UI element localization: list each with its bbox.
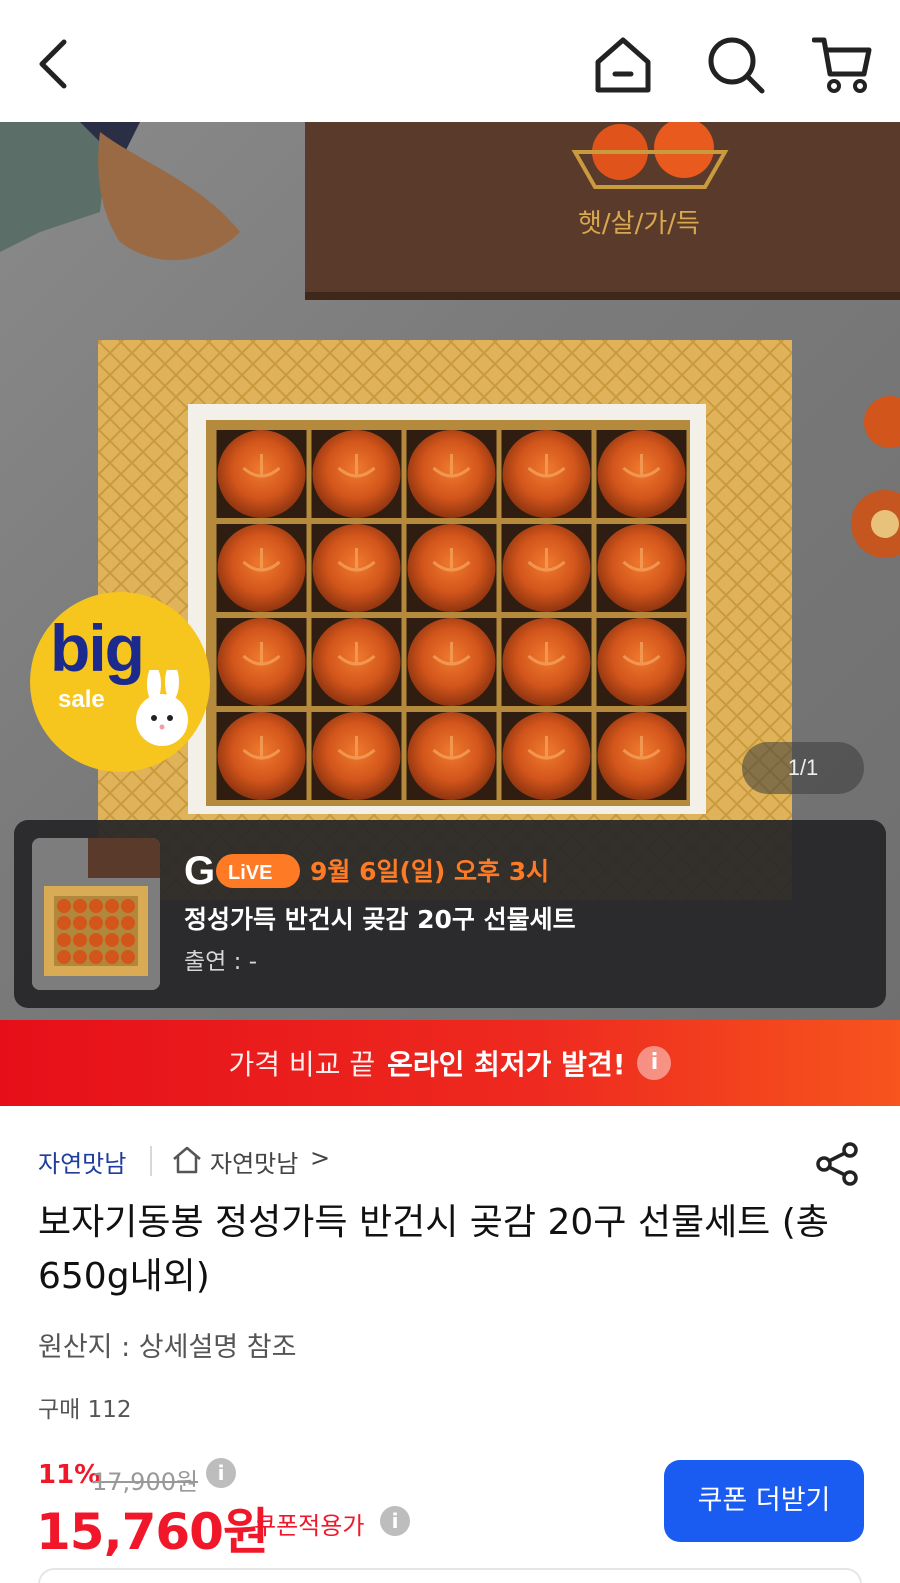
- home-icon[interactable]: [592, 34, 654, 96]
- box-print-text: 햇/살/가/득: [578, 209, 700, 239]
- price-banner-strong: 온라인 최저가 발견!: [387, 1048, 626, 1081]
- purchase-count: 구매 112: [38, 1397, 132, 1423]
- info-icon[interactable]: i: [380, 1506, 410, 1536]
- g-live-logo: G LiVE: [184, 849, 300, 892]
- top-bar: [0, 0, 900, 122]
- divider: [150, 1146, 152, 1176]
- lowest-price-banner[interactable]: 가격 비교 끝 온라인 최저가 발견! i: [0, 1020, 900, 1106]
- cart-icon[interactable]: [812, 34, 872, 96]
- coupon-applied-label: 쿠폰적용가: [254, 1512, 365, 1540]
- chevron-left-icon[interactable]: [30, 36, 80, 92]
- next-section-edge: [38, 1568, 862, 1583]
- live-date: 9월 6일(일) 오후 3시: [310, 857, 550, 886]
- live-broadcast-banner[interactable]: G LiVE 9월 6일(일) 오후 3시 정성가득 반건시 곶감 20구 선물…: [14, 820, 886, 1008]
- big-sale-sale-text: sale: [58, 686, 105, 713]
- discount-rate: 11%: [38, 1460, 101, 1490]
- g-live-logo-live: LiVE: [228, 862, 272, 884]
- product-title: 보자기동봉 정성가득 반건시 곶감 20구 선물세트 (총650g내외): [38, 1202, 829, 1297]
- info-icon[interactable]: i: [637, 1046, 672, 1080]
- info-icon[interactable]: i: [206, 1458, 236, 1488]
- live-cast: 출연 : -: [184, 949, 257, 975]
- live-title: 정성가득 반건시 곶감 20구 선물세트: [184, 905, 576, 934]
- big-sale-badge: big sale: [30, 592, 210, 772]
- share-icon[interactable]: [814, 1140, 862, 1188]
- price-banner-pre: 가격 비교 끝: [228, 1048, 376, 1081]
- origin-text: 원산지 : 상세설명 참조: [38, 1332, 297, 1363]
- shop-home-icon: [173, 1146, 201, 1174]
- more-coupons-button[interactable]: 쿠폰 더받기: [664, 1460, 864, 1542]
- seller-row: 자연맛남 자연맛남 >: [38, 1140, 868, 1180]
- image-counter: 1/1: [742, 742, 864, 794]
- rabbit-icon: [136, 670, 188, 746]
- brand-link[interactable]: 자연맛남: [38, 1144, 126, 1179]
- final-price: 15,760원: [36, 1503, 269, 1561]
- shop-name: 자연맛남: [210, 1150, 299, 1178]
- live-thumbnail: [32, 838, 160, 990]
- chevron-right-icon: >: [310, 1144, 331, 1172]
- search-icon[interactable]: [706, 34, 766, 96]
- g-live-logo-g: G: [184, 849, 215, 892]
